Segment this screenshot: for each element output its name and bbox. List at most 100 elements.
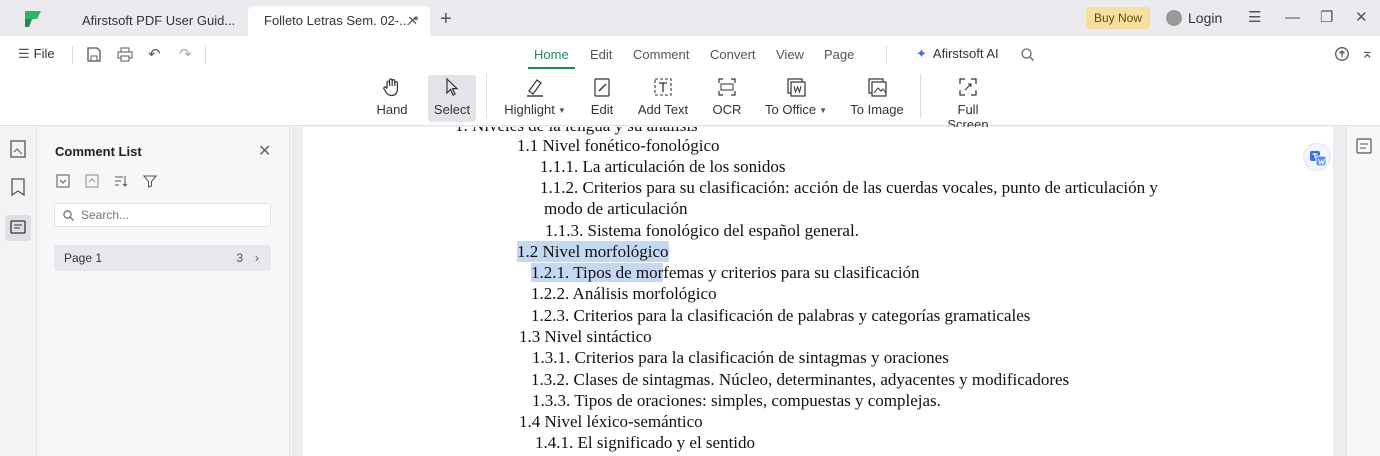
to-image-tool[interactable]: To Image bbox=[849, 76, 905, 117]
tab-edit[interactable]: Edit bbox=[590, 47, 612, 62]
search-placeholder: Search... bbox=[81, 208, 130, 222]
sort-icon[interactable] bbox=[114, 174, 128, 188]
print-icon[interactable] bbox=[117, 47, 133, 62]
add-text-tool[interactable]: Add Text bbox=[636, 76, 690, 117]
highlighted-text: 1.2.1. Tipos de mor bbox=[531, 263, 664, 282]
text-line: 1.1.2. Criterios para su clasificación: … bbox=[540, 178, 1158, 197]
new-tab-icon[interactable]: + bbox=[440, 9, 452, 29]
divider bbox=[205, 46, 206, 64]
text-line: 1.2.3. Criterios para la clasificación d… bbox=[531, 306, 1031, 325]
search-icon[interactable] bbox=[1021, 48, 1034, 61]
highlight-label: Highlight bbox=[504, 102, 555, 117]
file-menu[interactable]: ☰ File bbox=[18, 46, 55, 62]
comment-icon bbox=[10, 220, 26, 234]
text-line: 1.3.2. Clases de sintagmas. Núcleo, dete… bbox=[531, 370, 1070, 389]
text-line: 1.4 Nivel léxico-semántico bbox=[519, 412, 703, 431]
highlight-tool[interactable]: Highlight ▼ bbox=[502, 76, 568, 117]
expand-all-icon[interactable] bbox=[56, 174, 70, 188]
ocr-icon bbox=[718, 78, 736, 96]
divider bbox=[72, 46, 73, 64]
file-label: File bbox=[33, 46, 55, 61]
tab-label: Folleto Letras Sem. 02-... * bbox=[264, 13, 419, 28]
left-sidebar-rail bbox=[0, 127, 37, 456]
chevron-down-icon: ▼ bbox=[819, 106, 827, 115]
text-line: 1.2.2. Análisis morfológico bbox=[531, 284, 717, 303]
to-office-tool[interactable]: To Office ▼ bbox=[763, 76, 829, 117]
full-screen-tool[interactable]: Full Screen bbox=[936, 76, 1000, 132]
search-input[interactable]: Search... bbox=[54, 203, 271, 227]
image-icon bbox=[868, 78, 887, 97]
undo-icon[interactable]: ↶ bbox=[148, 45, 161, 63]
title-bar: Afirstsoft PDF User Guid... Folleto Letr… bbox=[0, 0, 1380, 36]
hand-icon bbox=[383, 78, 398, 97]
highlighter-icon bbox=[527, 79, 543, 97]
tab-label: Afirstsoft PDF User Guid... bbox=[82, 13, 236, 28]
word-doc-icon bbox=[787, 78, 806, 97]
page-label: Page 1 bbox=[64, 251, 103, 265]
edit-tool[interactable]: Edit bbox=[588, 76, 616, 117]
pdf-page[interactable]: 1. Niveles de la lengua y su análisis 1.… bbox=[303, 127, 1333, 456]
translate-button[interactable] bbox=[1303, 143, 1331, 171]
maximize-icon[interactable]: ❐ bbox=[1320, 8, 1333, 28]
thumbnail-icon[interactable] bbox=[10, 140, 26, 158]
app-logo-icon bbox=[25, 11, 41, 27]
text-line: 1.3.1. Criterios para la clasificación d… bbox=[532, 348, 949, 367]
page-group-row[interactable]: Page 1 3 › bbox=[54, 245, 271, 271]
comment-panel: Comment List ✕ Search... Page 1 3 › bbox=[38, 127, 290, 456]
sparkle-icon: ✦ bbox=[916, 46, 927, 61]
close-window-icon[interactable]: ✕ bbox=[1355, 8, 1368, 28]
select-tool[interactable]: Select bbox=[428, 75, 476, 122]
cloud-upload-icon[interactable] bbox=[1334, 47, 1350, 61]
login-button[interactable]: Login bbox=[1166, 8, 1222, 28]
select-label: Select bbox=[433, 102, 471, 117]
cursor-icon bbox=[446, 77, 459, 96]
tab-convert[interactable]: Convert bbox=[710, 47, 756, 62]
text-line: 1.3 Nivel sintáctico bbox=[519, 327, 652, 346]
collapse-ribbon-icon[interactable]: ⌅ bbox=[1361, 44, 1374, 62]
hand-label: Hand bbox=[376, 102, 408, 117]
tab-view[interactable]: View bbox=[776, 47, 804, 62]
chevron-down-icon: ▼ bbox=[557, 106, 566, 115]
hand-tool[interactable]: Hand bbox=[373, 76, 411, 120]
comment-list-toggle[interactable] bbox=[5, 215, 31, 241]
menu-icon[interactable]: ☰ bbox=[1248, 8, 1261, 28]
save-icon[interactable] bbox=[87, 47, 101, 62]
ocr-label: OCR bbox=[712, 102, 742, 117]
chevron-right-icon: › bbox=[255, 251, 259, 265]
comment-count: 3 bbox=[236, 251, 243, 265]
tab-home[interactable]: Home bbox=[528, 47, 575, 69]
search-icon bbox=[63, 210, 74, 221]
tab-user-guide[interactable]: Afirstsoft PDF User Guid... bbox=[66, 6, 244, 36]
add-text-icon bbox=[654, 78, 672, 96]
highlighted-text-line: 1.2 Nivel morfológico bbox=[517, 241, 669, 262]
close-tab-icon[interactable]: ✕ bbox=[407, 6, 418, 36]
user-avatar-icon bbox=[1166, 10, 1182, 26]
add-text-label: Add Text bbox=[637, 102, 689, 117]
tab-comment[interactable]: Comment bbox=[633, 47, 689, 62]
divider bbox=[486, 74, 487, 118]
panel-title: Comment List bbox=[55, 144, 142, 159]
bookmark-icon[interactable] bbox=[10, 178, 26, 196]
tab-folleto[interactable]: Folleto Letras Sem. 02-... * ✕ bbox=[248, 6, 430, 36]
divider bbox=[920, 74, 921, 118]
minimize-icon[interactable]: — bbox=[1285, 8, 1300, 28]
properties-icon[interactable] bbox=[1356, 138, 1372, 154]
ribbon: ☰ File ↶ ↷ Home Edit Comment Convert View… bbox=[0, 36, 1380, 132]
full-screen-icon bbox=[959, 78, 977, 96]
buy-now-button[interactable]: Buy Now bbox=[1086, 7, 1150, 29]
collapse-all-icon[interactable] bbox=[85, 174, 99, 188]
text-line: 1.1 Nivel fonético-fonológico bbox=[517, 136, 720, 155]
filter-icon[interactable] bbox=[143, 174, 157, 188]
right-sidebar-rail bbox=[1346, 127, 1380, 456]
tab-page[interactable]: Page bbox=[824, 47, 854, 62]
edit-icon bbox=[594, 78, 610, 97]
text-line: 1.3.3. Tipos de oraciones: simples, comp… bbox=[532, 391, 941, 410]
text-line: 1.1.1. La articulación de los sonidos bbox=[540, 157, 786, 176]
redo-icon[interactable]: ↷ bbox=[179, 45, 192, 63]
text-line: 1.4.1. El significado y el sentido bbox=[535, 433, 756, 452]
text-span: femas y criterios para su clasificación bbox=[663, 263, 920, 282]
ocr-tool[interactable]: OCR bbox=[712, 76, 742, 117]
ai-button[interactable]: ✦ Afirstsoft AI bbox=[916, 46, 999, 62]
translate-icon bbox=[1310, 151, 1327, 167]
close-icon[interactable]: ✕ bbox=[258, 141, 271, 161]
